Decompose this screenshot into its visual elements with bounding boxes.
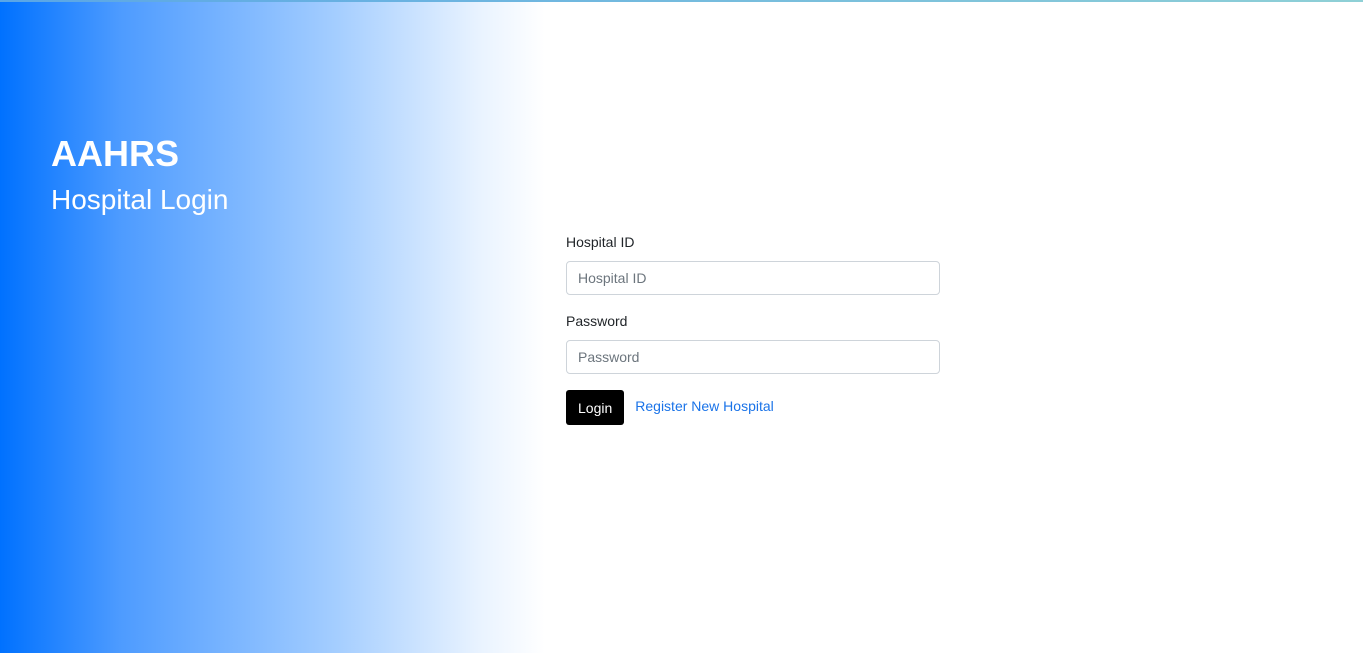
hospital-id-group: Hospital ID <box>566 232 940 295</box>
hospital-id-input[interactable] <box>566 261 940 295</box>
brand-panel: AAHRS Hospital Login <box>0 2 545 653</box>
hospital-id-label: Hospital ID <box>566 234 635 250</box>
password-label: Password <box>566 313 628 329</box>
page-subtitle: Hospital Login <box>51 184 229 215</box>
password-group: Password <box>566 311 940 374</box>
login-form: Hospital ID Password Login Register New … <box>566 232 940 425</box>
register-new-hospital-link[interactable]: Register New Hospital <box>635 398 774 414</box>
login-button[interactable]: Login <box>566 390 625 425</box>
app-title: AAHRS <box>51 133 180 174</box>
password-input[interactable] <box>566 340 940 374</box>
form-actions: Login Register New Hospital <box>566 390 940 425</box>
